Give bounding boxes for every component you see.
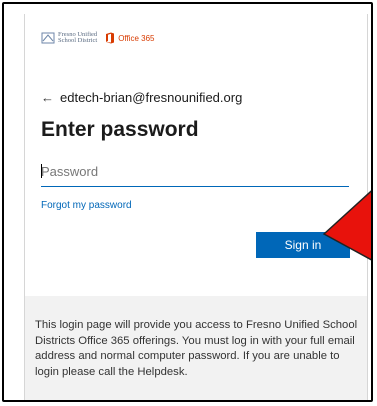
office-logo-text: Office 365 bbox=[118, 33, 155, 43]
sign-in-card: Fresno Unified School District Office 36… bbox=[24, 14, 368, 400]
account-email: edtech-brian@fresnounified.org bbox=[60, 90, 243, 105]
office-logo: Office 365 bbox=[105, 32, 155, 44]
district-logo-text: Fresno Unified School District bbox=[58, 31, 98, 45]
text-caret bbox=[41, 164, 42, 178]
office-icon bbox=[106, 32, 115, 44]
page-title: Enter password bbox=[41, 118, 199, 141]
screenshot-frame: Fresno Unified School District Office 36… bbox=[2, 2, 373, 402]
district-logo: Fresno Unified School District bbox=[41, 31, 97, 45]
district-line-2: School District bbox=[58, 37, 98, 44]
account-row: ← edtech-brian@fresnounified.org bbox=[41, 90, 242, 105]
logo-bar: Fresno Unified School District Office 36… bbox=[41, 30, 155, 46]
red-pointer-arrow-icon bbox=[322, 190, 371, 261]
info-text: This login page will provide you access … bbox=[35, 319, 358, 378]
info-panel: This login page will provide you access … bbox=[25, 296, 367, 400]
back-arrow-icon[interactable]: ← bbox=[41, 90, 54, 105]
password-field-wrapper bbox=[41, 158, 349, 187]
forgot-password-link[interactable]: Forgot my password bbox=[41, 200, 132, 211]
password-input[interactable] bbox=[41, 158, 349, 184]
district-logo-icon bbox=[41, 32, 55, 44]
